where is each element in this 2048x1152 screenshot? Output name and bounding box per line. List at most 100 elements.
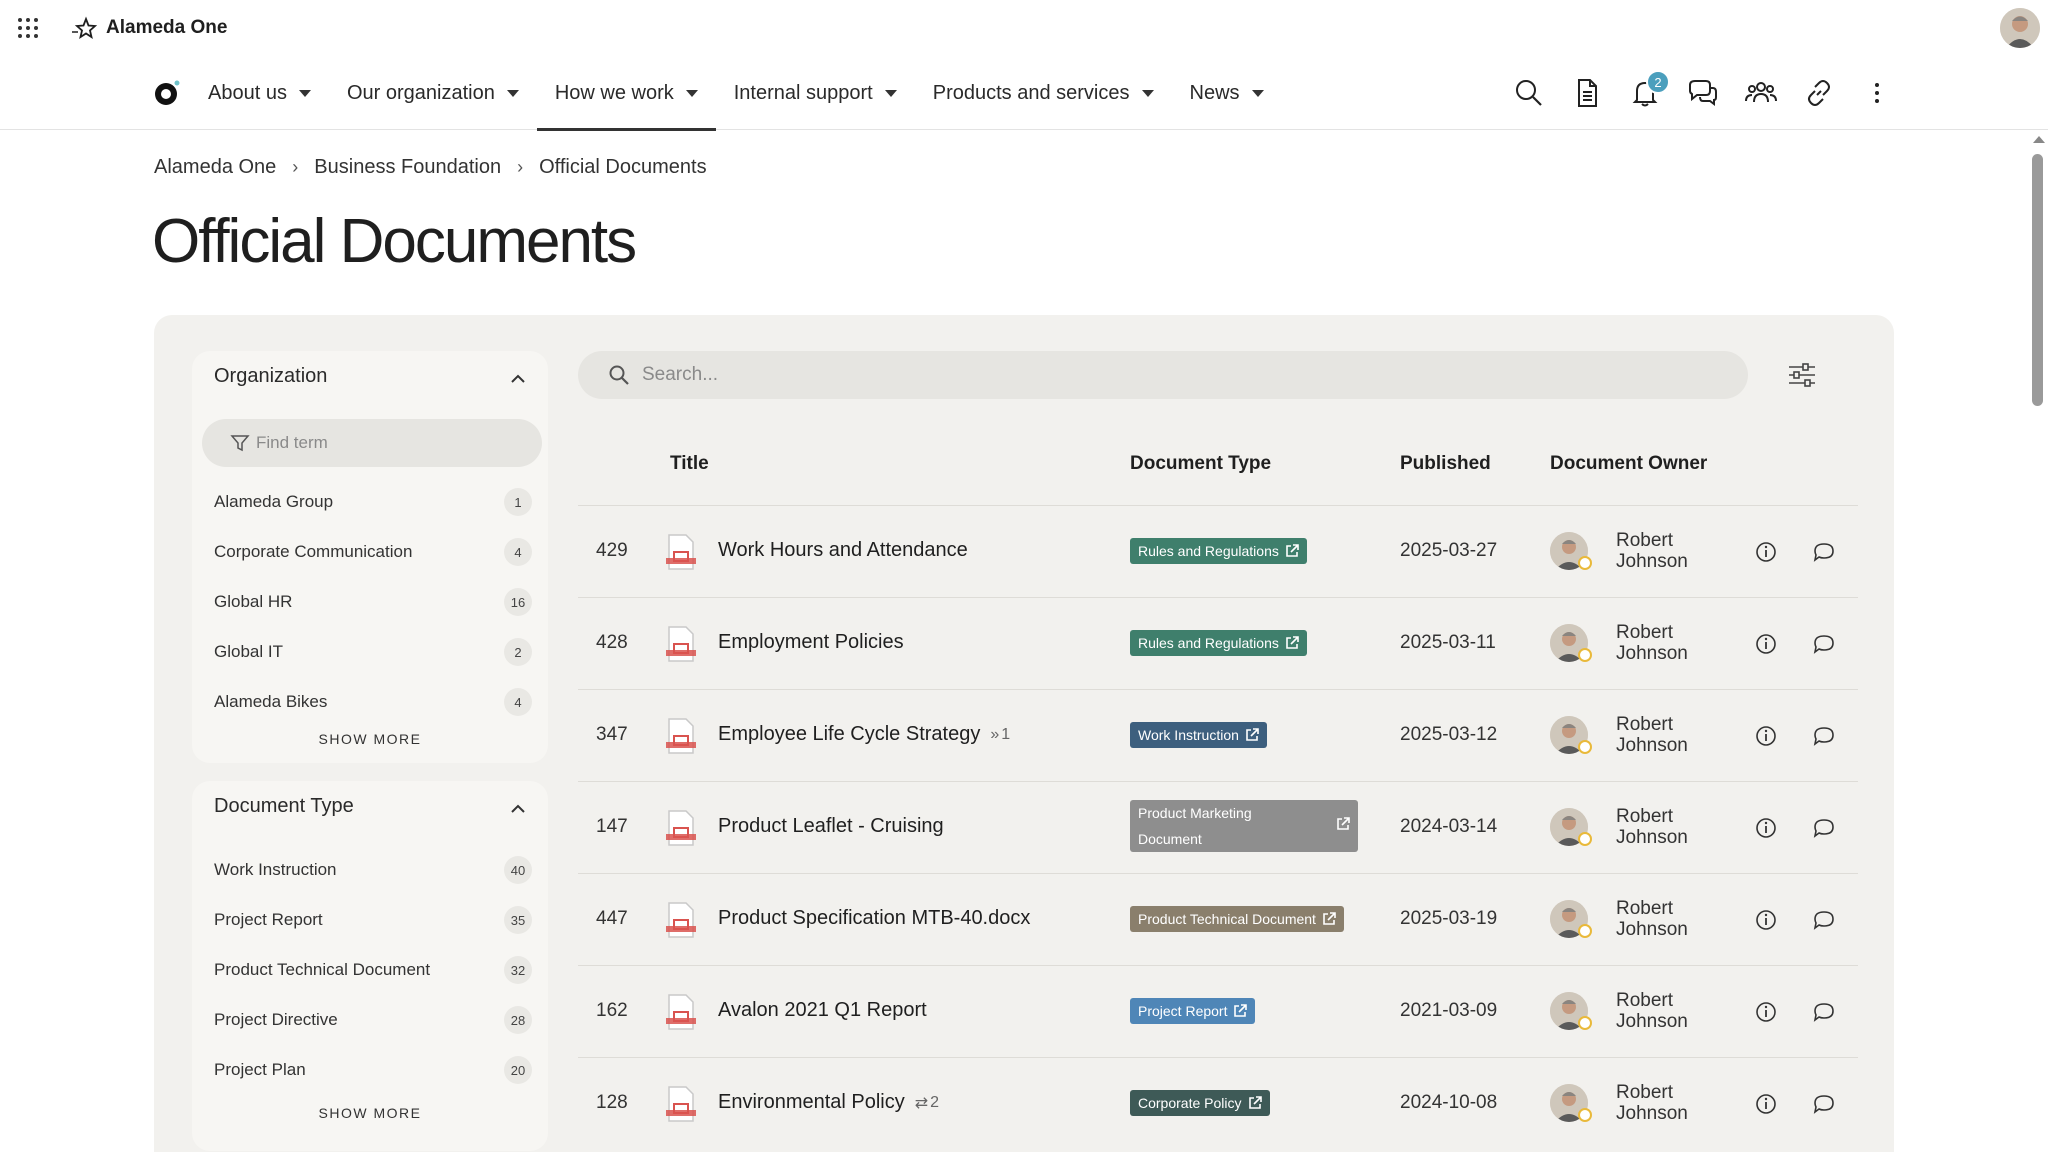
more-button[interactable]	[1848, 56, 1906, 130]
versions-indicator[interactable]: » 1	[990, 726, 1010, 744]
document-owner[interactable]: Robert Johnson	[1550, 714, 1730, 758]
table-row[interactable]: 347 Employee Life Cycle Strategy» 1 Work …	[578, 689, 1858, 781]
comment-icon[interactable]	[1812, 1000, 1836, 1024]
comment-icon[interactable]	[1812, 540, 1836, 564]
published-date: 2021-03-09	[1400, 1000, 1498, 1021]
nav-item-internal-support[interactable]: Internal support	[716, 56, 915, 130]
notifications-button[interactable]: 2	[1616, 56, 1674, 130]
info-icon[interactable]	[1754, 1092, 1778, 1116]
filter-term[interactable]: Alameda Bikes 4	[214, 687, 532, 717]
filter-term[interactable]: Global IT 2	[214, 637, 532, 667]
document-title-link[interactable]: Work Hours and Attendance	[718, 539, 968, 562]
filter-term[interactable]: Alameda Group 1	[214, 487, 532, 517]
document-id: 162	[596, 1000, 628, 1021]
conversations-button[interactable]	[1674, 56, 1732, 130]
search-button[interactable]	[1500, 56, 1558, 130]
site-logo-icon[interactable]	[152, 78, 182, 108]
find-term-input[interactable]: Find term	[202, 419, 542, 467]
document-owner[interactable]: Robert Johnson	[1550, 898, 1730, 942]
table-row[interactable]: 162 Avalon 2021 Q1 Report Project Report…	[578, 965, 1858, 1057]
document-title-link[interactable]: Avalon 2021 Q1 Report	[718, 999, 927, 1022]
page-scrollbar[interactable]	[2030, 130, 2046, 1152]
column-header-document-owner[interactable]: Document Owner	[1550, 453, 1707, 475]
comment-icon[interactable]	[1812, 816, 1836, 840]
breadcrumb-item-alameda-one[interactable]: Alameda One	[154, 156, 276, 179]
doc-type-tag[interactable]: Product Technical Document	[1130, 906, 1344, 932]
people-button[interactable]	[1732, 56, 1790, 130]
document-title-link[interactable]: Environmental Policy ⇄ 2	[718, 1091, 939, 1114]
brand[interactable]: Alameda One	[70, 14, 227, 42]
links-button[interactable]	[1790, 56, 1848, 130]
doc-type-tag[interactable]: Rules and Regulations	[1130, 630, 1307, 656]
filter-term[interactable]: Project Directive 28	[214, 1005, 532, 1035]
filter-term[interactable]: Product Technical Document 32	[214, 955, 532, 985]
app-launcher-icon[interactable]	[18, 18, 38, 38]
brand-logo-icon	[72, 16, 98, 39]
pdf-file-icon	[666, 994, 696, 1030]
document-title-link[interactable]: Product Leaflet - Cruising	[718, 815, 944, 838]
nav-item-about-us[interactable]: About us	[190, 56, 329, 130]
document-title-link[interactable]: Employee Life Cycle Strategy» 1	[718, 723, 1010, 746]
scroll-up-arrow-icon[interactable]	[2033, 136, 2045, 143]
info-icon[interactable]	[1754, 724, 1778, 748]
user-avatar[interactable]	[2000, 8, 2040, 48]
filter-term[interactable]: Project Report 35	[214, 905, 532, 935]
nav-item-news[interactable]: News	[1172, 56, 1282, 130]
document-owner[interactable]: Robert Johnson	[1550, 530, 1730, 574]
scrollbar-thumb[interactable]	[2032, 154, 2043, 406]
comment-icon[interactable]	[1812, 632, 1836, 656]
table-row[interactable]: 429 Work Hours and Attendance Rules and …	[578, 505, 1858, 597]
doc-type-tag[interactable]: Corporate Policy	[1130, 1090, 1270, 1116]
table-row[interactable]: 428 Employment Policies Rules and Regula…	[578, 597, 1858, 689]
filter-term[interactable]: Global HR 16	[214, 587, 532, 617]
external-link-icon	[1286, 636, 1299, 649]
breadcrumb-item-business-foundation[interactable]: Business Foundation	[314, 156, 501, 179]
show-more-button[interactable]: SHOW MORE	[192, 1105, 548, 1121]
caret-down-icon	[298, 89, 311, 97]
nav-item-our-organization[interactable]: Our organization	[329, 56, 537, 130]
doc-type-tag[interactable]: Rules and Regulations	[1130, 538, 1307, 564]
term-count: 20	[504, 1056, 532, 1084]
column-header-title[interactable]: Title	[670, 453, 709, 475]
translations-indicator[interactable]: ⇄ 2	[915, 1093, 939, 1113]
breadcrumb-item-current: Official Documents	[539, 156, 707, 178]
column-header-document-type[interactable]: Document Type	[1130, 453, 1271, 475]
filter-term[interactable]: Project Plan 20	[214, 1055, 532, 1085]
document-title-link[interactable]: Employment Policies	[718, 631, 904, 654]
doc-type-tag[interactable]: Project Report	[1130, 998, 1256, 1024]
comment-icon[interactable]	[1812, 1092, 1836, 1116]
documents-button[interactable]	[1558, 56, 1616, 130]
column-header-published[interactable]: Published	[1400, 453, 1491, 475]
doc-type-tag[interactable]: Work Instruction	[1130, 722, 1267, 748]
document-title-link[interactable]: Product Specification MTB-40.docx	[718, 907, 1030, 930]
term-count: 4	[504, 688, 532, 716]
presence-status-icon	[1578, 924, 1592, 938]
document-owner[interactable]: Robert Johnson	[1550, 622, 1730, 666]
nav-item-how-we-work[interactable]: How we work	[536, 56, 716, 131]
table-row[interactable]: 128 Environmental Policy ⇄ 2 Corporate Pol…	[578, 1057, 1858, 1149]
info-icon[interactable]	[1754, 1000, 1778, 1024]
document-owner[interactable]: Robert Johnson	[1550, 1082, 1730, 1126]
show-more-button[interactable]: SHOW MORE	[192, 731, 548, 747]
document-id: 429	[596, 540, 628, 561]
search-input[interactable]: Search...	[578, 351, 1748, 399]
document-owner[interactable]: Robert Johnson	[1550, 990, 1730, 1034]
presence-status-icon	[1578, 740, 1592, 754]
doc-type-tag[interactable]: Product Marketing Document	[1130, 800, 1358, 852]
table-row[interactable]: 147 Product Leaflet - Cruising Product M…	[578, 781, 1858, 873]
filter-settings-icon[interactable]	[1786, 359, 1818, 391]
document-owner[interactable]: Robert Johnson	[1550, 806, 1730, 850]
info-icon[interactable]	[1754, 816, 1778, 840]
table-row[interactable]: 447 Product Specification MTB-40.docx Pr…	[578, 873, 1858, 965]
comment-icon[interactable]	[1812, 908, 1836, 932]
filter-term[interactable]: Corporate Communication 4	[214, 537, 532, 567]
filter-term[interactable]: Work Instruction 40	[214, 855, 532, 885]
info-icon[interactable]	[1754, 540, 1778, 564]
nav-item-products-and-services[interactable]: Products and services	[915, 56, 1172, 130]
chevron-up-icon[interactable]	[510, 801, 526, 817]
chevron-up-icon[interactable]	[510, 371, 526, 387]
info-icon[interactable]	[1754, 908, 1778, 932]
presence-status-icon	[1578, 648, 1592, 662]
info-icon[interactable]	[1754, 632, 1778, 656]
comment-icon[interactable]	[1812, 724, 1836, 748]
